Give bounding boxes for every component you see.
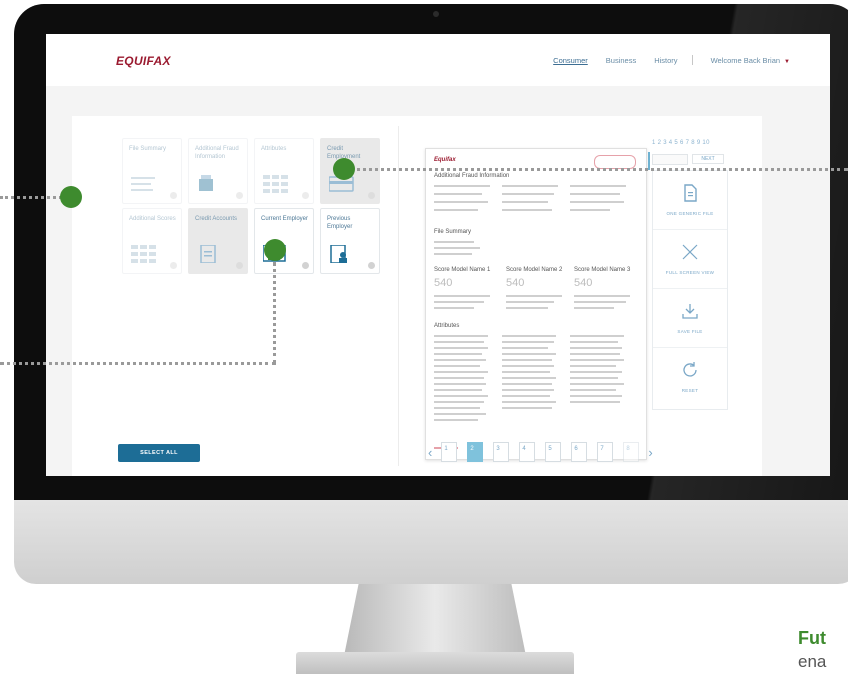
select-all-button[interactable]: SELECT ALL	[118, 444, 200, 462]
info-icon[interactable]	[236, 262, 243, 269]
page-thumbnails: ‹ 1 2 3 4 5 6 7 8 ›	[424, 442, 657, 462]
refresh-icon	[683, 362, 697, 377]
tile-current-employer[interactable]: Current Employer	[254, 208, 314, 274]
info-icon[interactable]	[368, 192, 375, 199]
info-icon[interactable]	[236, 192, 243, 199]
callout-line	[350, 168, 848, 171]
promo-title: Fut	[798, 628, 826, 648]
report-preview: Equifax Additional Fraud Information Fil…	[425, 148, 647, 460]
callout-line	[273, 262, 276, 364]
tool-label: ONE GENERIC FILE	[666, 211, 714, 216]
tool-label: SAVE FILE	[677, 329, 703, 334]
tile-label: Credit Employment	[327, 146, 361, 160]
fullscreen-icon	[682, 244, 698, 260]
tile-label: Previous Employer	[327, 216, 353, 230]
list-icon	[131, 177, 155, 191]
panel-divider	[398, 126, 399, 466]
tool-label: RESET	[681, 388, 699, 393]
monitor-stand-neck	[344, 584, 526, 656]
tile-label: File Summary	[129, 146, 167, 152]
tile-label: Current Employer	[261, 216, 309, 222]
doc-heading: Attributes	[434, 323, 460, 329]
document-icon	[200, 245, 216, 263]
tile-additional-fraud-information[interactable]: Additional Fraud Information	[188, 138, 248, 204]
user-document-icon	[330, 245, 347, 263]
nav-consumer[interactable]: Consumer	[553, 56, 588, 65]
doc-score: 540	[434, 277, 453, 289]
page-thumb[interactable]: 6	[571, 442, 588, 462]
doc-heading: Score Model Name 1	[434, 267, 491, 273]
monitor-chin	[14, 500, 848, 584]
caret-down-icon: ▼	[784, 58, 790, 65]
page-thumb[interactable]: 8	[623, 442, 640, 462]
page-thumb[interactable]: 4	[519, 442, 536, 462]
monitor-stand-foot	[296, 652, 574, 674]
nav-separator	[691, 55, 693, 65]
page-number-input[interactable]	[652, 154, 688, 165]
app-header: EQUIFAX Consumer Business History Welcom…	[46, 34, 830, 86]
app-screen: EQUIFAX Consumer Business History Welcom…	[46, 34, 830, 476]
promo-subtitle: ena	[798, 652, 827, 671]
tool-panel: ONE GENERIC FILE FULL SCREEN VIEW SAVE F…	[652, 170, 728, 410]
top-nav: Consumer Business History Welcome Back B…	[535, 55, 790, 65]
callout-dot	[264, 239, 286, 261]
tool-one-generic-file[interactable]: ONE GENERIC FILE	[653, 171, 727, 230]
grid-icon	[131, 245, 156, 263]
page-thumb[interactable]: 7	[597, 442, 614, 462]
chevron-left-icon[interactable]: ‹	[428, 445, 432, 460]
info-icon[interactable]	[170, 262, 177, 269]
tile-label: Credit Accounts	[195, 216, 238, 222]
tool-reset[interactable]: RESET	[653, 348, 727, 406]
info-icon[interactable]	[368, 262, 375, 269]
page-thumb[interactable]: 3	[493, 442, 510, 462]
tile-additional-scores[interactable]: Additional Scores	[122, 208, 182, 274]
tile-credit-accounts[interactable]: Credit Accounts	[188, 208, 248, 274]
page-thumb[interactable]: 2	[467, 442, 484, 462]
grid-icon	[263, 175, 288, 193]
info-icon[interactable]	[302, 262, 309, 269]
tool-label: FULL SCREEN VIEW	[665, 270, 715, 275]
chevron-right-icon[interactable]: ›	[648, 445, 652, 460]
doc-score: 540	[506, 277, 525, 289]
callout-dot	[333, 158, 355, 180]
tile-attributes[interactable]: Attributes	[254, 138, 314, 204]
tile-label: Attributes	[261, 146, 287, 152]
doc-heading: Score Model Name 2	[506, 267, 563, 273]
tool-full-screen-view[interactable]: FULL SCREEN VIEW	[653, 230, 727, 289]
callout-line	[0, 196, 62, 199]
stack-icon	[199, 175, 213, 191]
doc-heading: Score Model Name 3	[574, 267, 631, 273]
next-button[interactable]: NEXT	[692, 154, 724, 164]
tool-save-file[interactable]: SAVE FILE	[653, 289, 727, 348]
download-icon	[682, 304, 698, 319]
page-index-links[interactable]: 1 2 3 4 5 6 7 8 9 10	[652, 140, 710, 146]
camera-dot	[433, 11, 439, 17]
callout-dot	[60, 186, 82, 208]
document-icon	[684, 184, 697, 202]
page-thumb[interactable]: 1	[441, 442, 458, 462]
user-menu-label: Welcome Back Brian	[710, 55, 781, 65]
tile-previous-employer[interactable]: Previous Employer	[320, 208, 380, 274]
doc-heading: File Summary	[434, 229, 472, 235]
equifax-logo[interactable]: EQUIFAX	[116, 54, 171, 68]
nav-history[interactable]: History	[654, 56, 677, 65]
tile-label: Additional Scores	[129, 216, 176, 222]
doc-logo: Equifax	[434, 157, 456, 163]
doc-heading: Additional Fraud Information	[434, 173, 510, 179]
info-icon[interactable]	[302, 192, 309, 199]
user-menu[interactable]: Welcome Back Brian ▼	[711, 56, 790, 65]
page-thumb[interactable]: 5	[545, 442, 562, 462]
callout-line	[0, 362, 276, 365]
tile-label: Additional Fraud Information	[195, 146, 239, 160]
doc-stamp	[594, 155, 636, 169]
tile-file-summary[interactable]: File Summary	[122, 138, 182, 204]
nav-business[interactable]: Business	[606, 56, 636, 65]
doc-score: 540	[574, 277, 593, 289]
info-icon[interactable]	[170, 192, 177, 199]
